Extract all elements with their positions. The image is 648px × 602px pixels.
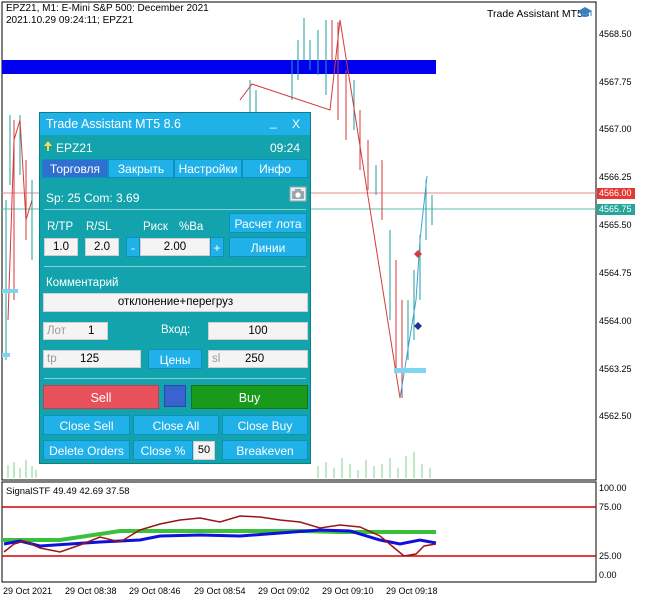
risk-input[interactable]: 2.00 xyxy=(140,238,210,256)
delete-orders-button[interactable]: Delete Orders xyxy=(43,440,130,460)
calc-lot-button[interactable]: Расчет лота xyxy=(229,213,307,233)
chart-header-time: 2021.10.29 09:24:11; EPZ21 xyxy=(6,15,134,26)
tp-input[interactable]: tp 125 xyxy=(43,350,141,368)
price-tick: 4564.00 xyxy=(599,316,632,326)
arrow-up-icon xyxy=(44,141,52,151)
chart-header-symbol: EPZ21, M1: E-Mini S&P 500: December 2021 xyxy=(6,3,209,14)
trend-band xyxy=(2,60,436,74)
price-tick: 4563.25 xyxy=(599,364,632,374)
close-sell-button[interactable]: Close Sell xyxy=(43,415,130,435)
close-all-button[interactable]: Close All xyxy=(133,415,219,435)
tp-value: 125 xyxy=(80,353,100,365)
risk-decrease-button[interactable]: - xyxy=(126,237,140,257)
lot-value: 1 xyxy=(88,325,95,337)
risk-label: Риск xyxy=(143,221,168,233)
time-tick: 29 Oct 08:46 xyxy=(129,586,181,596)
close-percent-button[interactable]: Close % xyxy=(133,440,193,460)
entry-label: Вход: xyxy=(161,324,191,336)
price-tick: 4562.50 xyxy=(599,411,632,421)
bid-price-badge: 4565.75 xyxy=(597,204,635,215)
close-buy-button[interactable]: Close Buy xyxy=(222,415,308,435)
time-tick: 29 Oct 09:10 xyxy=(322,586,374,596)
indicator-tick: 0.00 xyxy=(599,570,617,580)
time-tick: 29 Oct 09:02 xyxy=(258,586,310,596)
spread-commission: Sp: 25 Com: 3.69 xyxy=(46,191,140,205)
separator xyxy=(44,378,306,379)
time-tick: 29 Oct 08:54 xyxy=(194,586,246,596)
time-tick: 29 Oct 09:18 xyxy=(386,586,438,596)
indicator-label: SignalSTF 49.49 42.69 37.58 xyxy=(6,486,130,497)
buy-button[interactable]: Buy xyxy=(191,385,308,409)
rtp-label: R/TP xyxy=(47,221,74,233)
tp-label: tp xyxy=(47,353,57,365)
server-time: 09:24 xyxy=(270,141,301,155)
price-tick: 4568.50 xyxy=(599,29,632,39)
comment-input[interactable]: отклонение+перегруз xyxy=(43,293,308,312)
tab-trade[interactable]: Торговля xyxy=(42,159,108,178)
ea-name-label: Trade Assistant MT5 xyxy=(487,8,583,20)
time-tick: 29 Oct 2021 xyxy=(3,586,53,596)
rsl-input[interactable]: 2.0 xyxy=(85,238,119,256)
ask-price-badge: 4566.00 xyxy=(597,188,635,199)
entry-input[interactable]: 100 xyxy=(208,322,308,340)
lot-input[interactable]: Лот 1 xyxy=(43,322,108,340)
close-percent-input[interactable]: 50 xyxy=(193,441,215,460)
order-type-toggle[interactable] xyxy=(164,385,186,407)
lot-label: Лот xyxy=(47,325,66,337)
time-tick: 29 Oct 08:38 xyxy=(65,586,117,596)
rsl-label: R/SL xyxy=(86,221,112,233)
trade-assistant-panel: Trade Assistant MT5 8.6 _ X EPZ21 09:24 … xyxy=(39,112,311,464)
tab-info[interactable]: Инфо xyxy=(242,159,308,178)
price-tick: 4567.75 xyxy=(599,77,632,87)
minimize-button[interactable]: _ xyxy=(270,115,277,129)
sell-button[interactable]: Sell xyxy=(43,385,159,409)
symbol-label: EPZ21 xyxy=(56,141,93,155)
separator xyxy=(44,266,306,267)
sl-value: 250 xyxy=(245,353,265,365)
sl-input[interactable]: sl 250 xyxy=(208,350,308,368)
tab-close[interactable]: Закрыть xyxy=(108,159,174,178)
risk-percent-label: %Ва xyxy=(179,221,204,233)
price-tick: 4567.00 xyxy=(599,124,632,134)
prices-button[interactable]: Цены xyxy=(148,349,202,369)
price-tick: 4564.75 xyxy=(599,268,632,278)
price-tick: 4565.50 xyxy=(599,220,632,230)
rtp-input[interactable]: 1.0 xyxy=(44,238,78,256)
indicator-tick: 100.00 xyxy=(599,483,627,493)
indicator-tick: 25.00 xyxy=(599,551,622,561)
separator xyxy=(44,209,306,210)
close-button[interactable]: X xyxy=(292,117,300,131)
lines-button[interactable]: Линии xyxy=(229,237,307,257)
graduation-cap-icon[interactable] xyxy=(577,6,593,20)
tab-settings[interactable]: Настройки xyxy=(174,159,242,178)
risk-increase-button[interactable]: + xyxy=(210,237,224,257)
panel-title: Trade Assistant MT5 8.6 xyxy=(46,117,182,131)
camera-icon[interactable] xyxy=(289,186,307,202)
breakeven-button[interactable]: Breakeven xyxy=(222,440,308,460)
price-tick: 4566.25 xyxy=(599,172,632,182)
indicator-tick: 75.00 xyxy=(599,502,622,512)
sl-label: sl xyxy=(212,353,221,365)
comment-label: Комментарий xyxy=(46,277,119,289)
